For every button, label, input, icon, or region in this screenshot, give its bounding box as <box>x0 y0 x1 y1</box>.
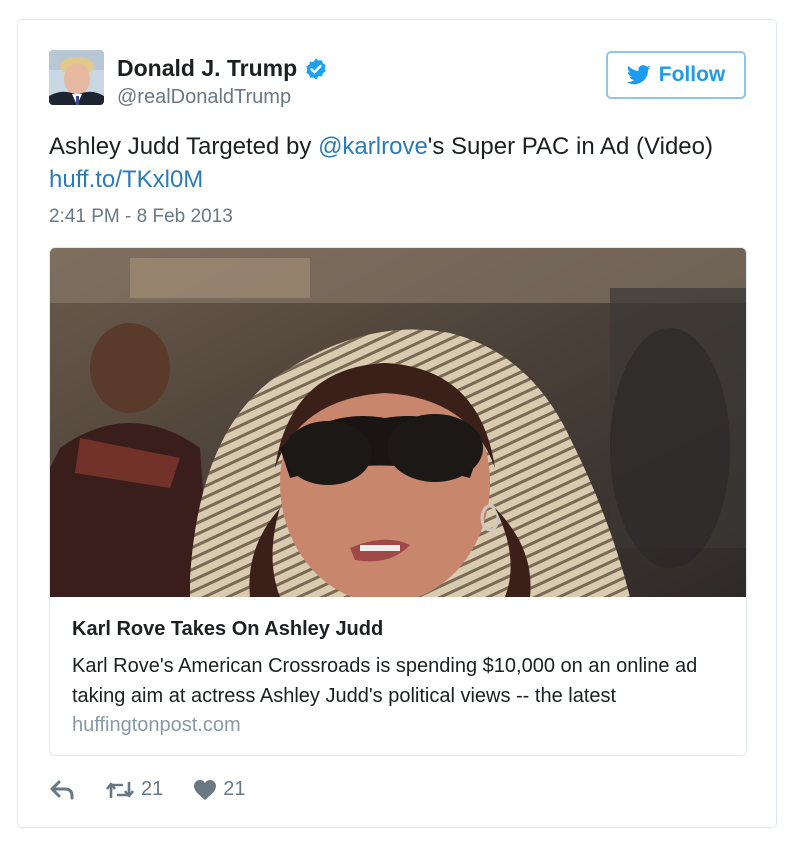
heart-icon <box>194 779 217 800</box>
follow-button[interactable]: Follow <box>606 51 746 99</box>
avatar[interactable] <box>49 50 104 105</box>
retweet-icon <box>105 781 135 798</box>
author-display-name[interactable]: Donald J. Trump <box>117 55 297 82</box>
tweet-text: Ashley Judd Targeted by @karlrove's Supe… <box>49 130 749 196</box>
card-title[interactable]: Karl Rove Takes On Ashley Judd <box>72 618 383 641</box>
link-preview-card[interactable]: Karl Rove Takes On Ashley Judd Karl Rove… <box>49 247 747 756</box>
like-count: 21 <box>223 778 246 800</box>
tweet-url-link[interactable]: huff.to/TKxl0M <box>49 166 203 193</box>
verified-badge-icon <box>306 58 326 79</box>
retweet-button[interactable]: 21 <box>105 778 163 801</box>
mention-link[interactable]: @karlrove <box>318 133 428 160</box>
follow-label: Follow <box>658 63 726 86</box>
tweet-card: Donald J. Trump @realDonaldTrump Follow … <box>17 19 777 828</box>
author-handle[interactable]: @realDonaldTrump <box>117 86 291 109</box>
author-name-row[interactable]: Donald J. Trump <box>117 55 328 82</box>
reply-icon <box>50 780 74 799</box>
twitter-bird-icon <box>626 65 651 85</box>
tweet-text-part: Ashley Judd Targeted by <box>49 133 319 160</box>
tweet-actions: 21 21 <box>49 778 246 801</box>
card-description: Karl Rove's American Crossroads is spend… <box>72 655 698 707</box>
card-domain: huffingtonpost.com <box>72 714 241 736</box>
like-button[interactable]: 21 <box>193 778 246 801</box>
card-image[interactable] <box>50 248 746 597</box>
tweet-text-part: 's Super PAC in Ad (Video) <box>427 133 713 160</box>
retweet-count: 21 <box>141 778 164 800</box>
tweet-timestamp[interactable]: 2:41 PM - 8 Feb 2013 <box>49 206 233 228</box>
reply-button[interactable] <box>49 779 75 801</box>
